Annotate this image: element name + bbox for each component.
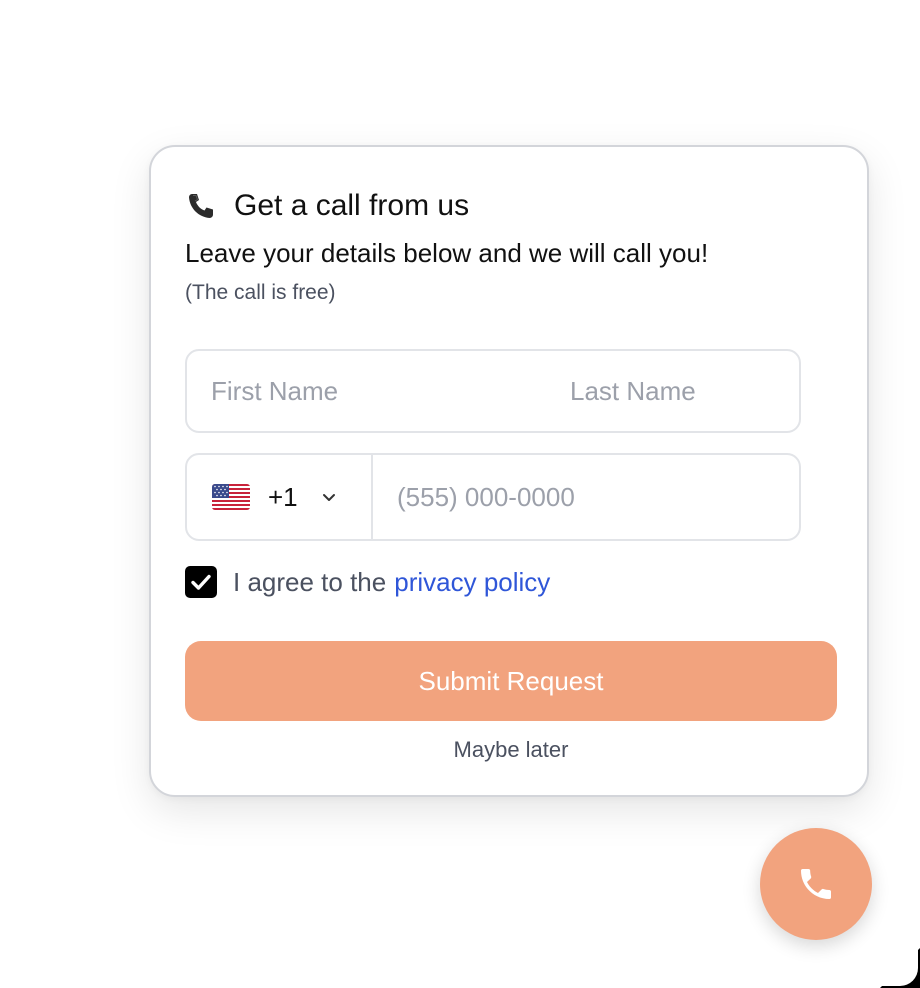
checkmark-icon [191,574,211,590]
last-name-input[interactable] [546,351,799,431]
free-call-note: (The call is free) [185,281,336,304]
submit-request-button[interactable]: Submit Request [185,641,837,721]
phone-field-group: +1 [185,453,801,541]
chevron-down-icon [320,488,338,506]
page-corner-mask [880,948,918,986]
maybe-later-link[interactable]: Maybe later [185,735,837,765]
us-flag-icon [212,484,250,510]
phone-number-input[interactable] [373,455,799,539]
phone-icon [801,869,831,899]
card-subtitle: Leave your details below and we will cal… [185,238,709,268]
callback-card: Get a call from us Leave your details be… [149,145,869,797]
card-title: Get a call from us [234,189,470,222]
title-row: Get a call from us [184,187,469,225]
agree-label: I agree to the [233,566,387,597]
privacy-checkbox[interactable] [185,566,217,598]
call-fab-button[interactable] [760,828,872,940]
privacy-policy-link[interactable]: privacy policy [394,567,550,598]
telephone-icon [184,189,218,223]
dial-code: +1 [268,481,298,512]
first-name-input[interactable] [187,351,546,431]
name-field-group [185,349,801,433]
privacy-agree-row: I agree to the privacy policy [185,565,550,599]
country-code-select[interactable]: +1 [187,455,373,539]
